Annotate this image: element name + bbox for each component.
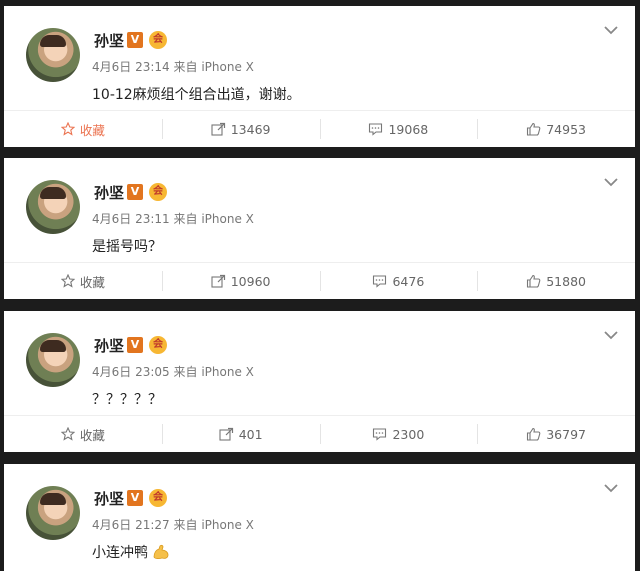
repost-count: 13469 (230, 121, 271, 137)
repost-button[interactable]: 10960 (161, 263, 320, 299)
thumbs-up-icon (527, 427, 541, 441)
repost-button[interactable]: 13469 (161, 111, 320, 147)
post-content: 10-12麻烦组个组合出道，谢谢。 (92, 87, 301, 103)
comment-count: 19068 (388, 121, 429, 137)
like-button[interactable]: 36797 (477, 416, 635, 452)
post-time[interactable]: 4月6日 23:14 (92, 60, 170, 74)
username[interactable]: 孙坚 (94, 335, 124, 356)
post-source: 来自 iPhone X (173, 60, 254, 74)
post-meta: 4月6日 21:27 来自 iPhone X (92, 516, 254, 533)
chevron-down-icon[interactable] (603, 176, 619, 188)
member-badge-icon: 会 (149, 489, 167, 507)
weibo-post: 孙坚 V 会 4月6日 23:14 来自 iPhone X 10-12麻烦组个组… (4, 6, 635, 147)
favorite-button[interactable]: 收藏 (4, 263, 162, 299)
avatar[interactable] (26, 180, 80, 234)
post-meta: 4月6日 23:05 来自 iPhone X (92, 363, 254, 380)
muscle-emoji-icon (154, 544, 169, 560)
comment-button[interactable]: 19068 (319, 111, 478, 147)
star-icon (60, 122, 75, 136)
post-content: 小连冲鸭 (92, 542, 170, 562)
verified-badge: V (127, 337, 143, 353)
weibo-post: 孙坚 V 会 4月6日 23:05 来自 iPhone X ？？？？？ 收藏 4… (4, 311, 635, 452)
post-meta: 4月6日 23:14 来自 iPhone X (92, 58, 254, 75)
comment-icon (369, 123, 383, 136)
like-count: 36797 (546, 426, 586, 442)
username[interactable]: 孙坚 (94, 182, 124, 203)
verified-badge: V (127, 32, 143, 48)
like-count: 74953 (546, 121, 586, 137)
post-meta: 4月6日 23:11 来自 iPhone X (92, 210, 254, 227)
comment-icon (373, 428, 387, 441)
thumbs-up-icon (527, 274, 541, 288)
favorite-label: 收藏 (79, 122, 105, 138)
repost-count: 401 (238, 426, 263, 442)
username[interactable]: 孙坚 (94, 30, 124, 51)
post-source: 来自 iPhone X (173, 518, 254, 532)
favorite-label: 收藏 (79, 274, 105, 290)
star-icon (60, 274, 75, 288)
avatar[interactable] (26, 486, 80, 540)
weibo-post: 孙坚 V 会 4月6日 21:27 来自 iPhone X 小连冲鸭 (4, 464, 635, 571)
repost-icon (211, 274, 225, 288)
like-button[interactable]: 74953 (477, 111, 635, 147)
repost-button[interactable]: 401 (161, 416, 320, 452)
member-badge-icon: 会 (149, 31, 167, 49)
like-count: 51880 (546, 273, 586, 289)
post-content-text: 小连冲鸭 (92, 545, 148, 561)
avatar[interactable] (26, 28, 80, 82)
chevron-down-icon[interactable] (603, 24, 619, 36)
post-time[interactable]: 4月6日 21:27 (92, 518, 170, 532)
comment-count: 2300 (392, 426, 425, 442)
favorite-button[interactable]: 收藏 (4, 111, 162, 147)
repost-count: 10960 (230, 273, 271, 289)
post-time[interactable]: 4月6日 23:05 (92, 365, 170, 379)
post-source: 来自 iPhone X (173, 365, 254, 379)
repost-icon (211, 122, 225, 136)
member-badge-icon: 会 (149, 183, 167, 201)
post-actions: 收藏 401 2300 36797 (4, 415, 635, 452)
comment-icon (373, 275, 387, 288)
post-content: ？？？？？ (92, 392, 162, 408)
repost-icon (219, 427, 233, 441)
post-time[interactable]: 4月6日 23:11 (92, 212, 170, 226)
post-actions: 收藏 13469 19068 74953 (4, 110, 635, 147)
member-badge-icon: 会 (149, 336, 167, 354)
favorite-label: 收藏 (79, 427, 105, 443)
comment-button[interactable]: 2300 (319, 416, 478, 452)
verified-badge: V (127, 184, 143, 200)
verified-badge: V (127, 490, 143, 506)
chevron-down-icon[interactable] (603, 329, 619, 341)
chevron-down-icon[interactable] (603, 482, 619, 494)
star-icon (60, 427, 75, 441)
post-content: 是摇号吗？ (92, 239, 162, 255)
avatar[interactable] (26, 333, 80, 387)
like-button[interactable]: 51880 (477, 263, 635, 299)
weibo-post: 孙坚 V 会 4月6日 23:11 来自 iPhone X 是摇号吗？ 收藏 1… (4, 158, 635, 299)
post-actions: 收藏 10960 6476 51880 (4, 262, 635, 299)
favorite-button[interactable]: 收藏 (4, 416, 162, 452)
username[interactable]: 孙坚 (94, 488, 124, 509)
comment-count: 6476 (392, 273, 425, 289)
post-source: 来自 iPhone X (173, 212, 254, 226)
comment-button[interactable]: 6476 (319, 263, 478, 299)
thumbs-up-icon (527, 122, 541, 136)
